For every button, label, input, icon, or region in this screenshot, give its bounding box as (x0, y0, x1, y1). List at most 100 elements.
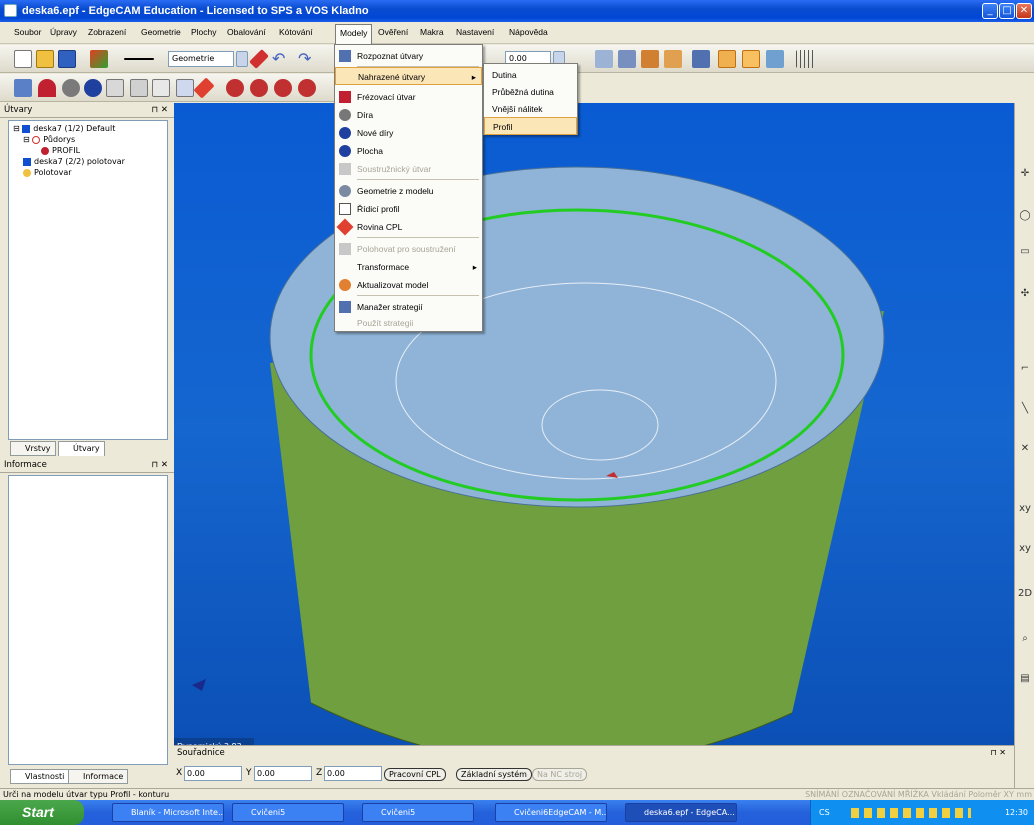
xyz-icon[interactable]: xy (1017, 503, 1033, 519)
2d-icon[interactable]: 2D (1017, 588, 1033, 604)
z-coordinate-input[interactable]: 0.00 (324, 766, 382, 781)
profile-icon[interactable] (176, 79, 194, 97)
close-icon[interactable]: ⊓ ✕ (152, 458, 168, 473)
menu-upravy[interactable]: Úpravy (50, 27, 77, 37)
chevron-down-icon[interactable] (236, 51, 248, 67)
cpl-icon[interactable] (193, 77, 215, 99)
menu-item-ridici-profil[interactable]: Řídicí profil (335, 200, 482, 218)
new-file-icon[interactable] (14, 50, 32, 68)
tree-item[interactable]: deska7 (2/2) polotovar (23, 157, 125, 166)
menu-kotovani[interactable]: Kótování (279, 27, 313, 37)
guide-icon[interactable] (152, 79, 170, 97)
red-icon[interactable] (274, 79, 292, 97)
hole-icon[interactable] (62, 79, 80, 97)
graphics-viewport[interactable]: Dynamický 3.83 (174, 103, 1014, 756)
menu-soubor[interactable]: Soubor (14, 27, 41, 37)
menu-obalovani[interactable]: Obalování (227, 27, 266, 37)
zoom-icon[interactable]: ◯ (1017, 210, 1033, 226)
snap-icon[interactable] (595, 50, 613, 68)
close-button[interactable]: ✕ (1016, 3, 1032, 19)
surface-icon[interactable] (84, 79, 102, 97)
red-icon[interactable] (226, 79, 244, 97)
menu-item-rozpoznat[interactable]: Rozpoznat útvary (335, 47, 482, 65)
language-indicator[interactable]: CS (819, 800, 830, 825)
menu-overeni[interactable]: Ověření (378, 27, 408, 37)
grid-icon[interactable] (796, 50, 814, 68)
view-icon[interactable] (742, 50, 760, 68)
layer-icon[interactable]: ▤ (1017, 673, 1033, 689)
pan-icon[interactable]: ▭ (1017, 246, 1033, 262)
app-icon[interactable] (4, 4, 17, 17)
nc-machine-button[interactable]: Na NC stroj (532, 768, 588, 781)
submenu-item-profil[interactable]: Profil (484, 117, 577, 135)
menu-modely[interactable]: Modely (335, 24, 373, 44)
pen-icon[interactable] (249, 49, 269, 69)
tab-layers[interactable]: Vrstvy (10, 441, 56, 456)
base-system-button[interactable]: Základní systém (456, 768, 532, 781)
tab-information[interactable]: Informace (68, 769, 129, 784)
tree-item[interactable]: ⊟ Půdorys (23, 135, 75, 144)
color-picker-icon[interactable] (90, 50, 108, 68)
submenu-item-vnejsi-nalitek[interactable]: Vnější nálitek (484, 100, 577, 118)
menu-item-nove-diry[interactable]: Nové díry (335, 124, 482, 142)
menu-item-geometrie-z-modelu[interactable]: Geometrie z modelu (335, 182, 482, 200)
x-coordinate-input[interactable]: 0.00 (184, 766, 242, 781)
tray-icons[interactable] (851, 808, 971, 818)
menu-item-soustruznicky[interactable]: Soustružnický útvar (335, 160, 482, 178)
tree-item[interactable]: ⊟ deska7 (1/2) Default (13, 124, 115, 133)
layer-select[interactable]: Geometrie (168, 51, 234, 67)
move-icon[interactable]: ✣ (1017, 288, 1033, 304)
menu-zobrazeni[interactable]: Zobrazení (88, 27, 126, 37)
submenu-item-dutina[interactable]: Dutina (484, 66, 577, 84)
menu-item-plocha[interactable]: Plocha (335, 142, 482, 160)
task-button[interactable]: Cvičeni5 (362, 803, 474, 822)
select-icon[interactable] (618, 50, 636, 68)
menu-nastaveni[interactable]: Nastavení (456, 27, 494, 37)
feature-icon[interactable] (14, 79, 32, 97)
tree-item[interactable]: Polotovar (23, 168, 72, 177)
menu-item-nahrazene[interactable]: Nahrazené útvary ▸ (335, 67, 482, 85)
line-icon[interactable]: ╲ (1017, 403, 1033, 419)
menu-geometrie[interactable]: Geometrie (141, 27, 181, 37)
red-icon[interactable] (250, 79, 268, 97)
task-button[interactable]: Cvičeni5 (232, 803, 344, 822)
menu-item-rovina-cpl[interactable]: Rovina CPL (335, 218, 482, 236)
window-title-bar[interactable]: deska6.epf - EdgeCAM Education - License… (0, 0, 1034, 22)
snap-icon[interactable]: ✛ (1017, 168, 1033, 184)
menu-item-aktualizovat[interactable]: Aktualizovat model (335, 276, 482, 294)
menu-makra[interactable]: Makra (420, 27, 444, 37)
minimize-button[interactable]: _ (982, 3, 998, 19)
tab-features[interactable]: Útvary (58, 441, 105, 456)
open-folder-icon[interactable] (36, 50, 54, 68)
task-button[interactable]: Blaník - Microsoft Inte... (112, 803, 224, 822)
menu-item-polohovat[interactable]: Polohovat pro soustružení (335, 240, 482, 258)
y-coordinate-input[interactable]: 0.00 (254, 766, 312, 781)
close-icon[interactable]: ⊓ ✕ (991, 748, 1007, 757)
menu-item-dira[interactable]: Díra (335, 106, 482, 124)
menu-napoveda[interactable]: Nápověda (509, 27, 548, 37)
redo-icon[interactable]: ↷ (298, 50, 316, 68)
save-icon[interactable] (58, 50, 76, 68)
measure-icon[interactable]: ⌕ (1017, 633, 1033, 649)
shaded-icon[interactable] (718, 50, 736, 68)
model-view[interactable] (174, 103, 1014, 756)
undo-icon[interactable]: ↶ (272, 50, 290, 68)
turn-icon[interactable] (106, 79, 124, 97)
model-icon[interactable] (641, 50, 659, 68)
xyz-icon[interactable]: xy (1017, 543, 1033, 559)
tab-properties[interactable]: Vlastnosti (10, 769, 70, 784)
menu-plochy[interactable]: Plochy (191, 27, 217, 37)
menu-item-pouzit-strategii[interactable]: Použít strategii (335, 314, 482, 332)
curve-icon[interactable]: ⌐ (1017, 363, 1033, 379)
maximize-button[interactable]: □ (999, 3, 1015, 19)
task-button[interactable]: Cvičeni6EdgeCAM - M... (495, 803, 607, 822)
rotate-icon[interactable] (664, 50, 682, 68)
mill-feature-icon[interactable] (38, 79, 56, 97)
menu-item-transformace[interactable]: Transformace ▸ (335, 258, 482, 276)
close-icon[interactable]: ⊓ ✕ (152, 103, 168, 118)
cube-icon[interactable] (692, 50, 710, 68)
cross-icon[interactable]: ✕ (1017, 443, 1033, 459)
task-button[interactable]: deska6.epf - EdgeCA... (625, 803, 737, 822)
menu-item-frezovaci[interactable]: Frézovací útvar (335, 88, 482, 106)
line-style-icon[interactable] (124, 58, 154, 60)
